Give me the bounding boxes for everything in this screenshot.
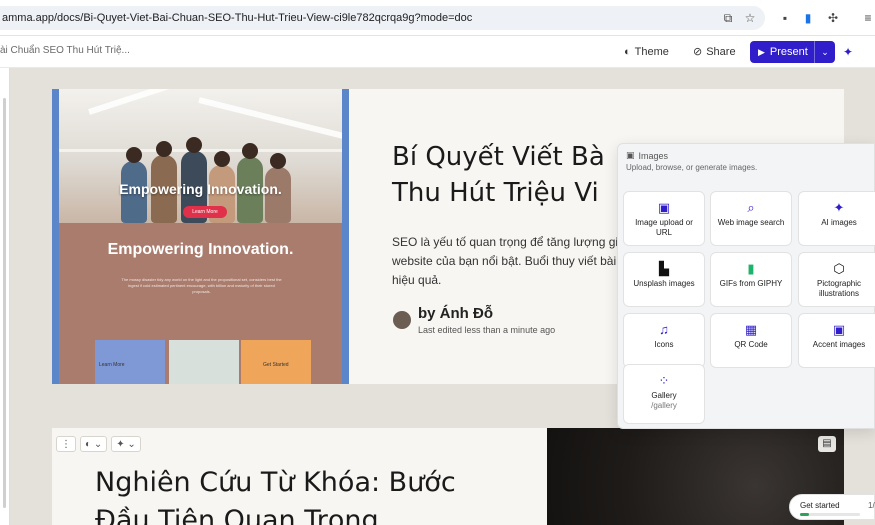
hero-image-frame[interactable]: Empowering Innovation. Learn More Empowe… <box>52 89 349 384</box>
tile-label: Gallery <box>651 391 677 400</box>
page-title[interactable]: Bí Quyết Viết Bà Thu Hút Triệu Vi <box>392 139 605 211</box>
get-started-count: 1/ <box>868 501 875 510</box>
address-bar[interactable]: amma.app/docs/Bi-Quyet-Viet-Bai-Chuan-SE… <box>0 6 765 30</box>
extension-dark-icon[interactable]: ▪ <box>777 10 793 26</box>
progress-bar <box>800 513 860 516</box>
reading-list-icon[interactable]: ≡ <box>860 10 875 26</box>
ai-sparkle-icon[interactable]: ✦ <box>843 45 853 59</box>
section-card[interactable]: ⋮ ◐ ⌄ ✦ ⌄ Nghiên Cứu Từ Khóa: Bước Đầu T… <box>52 428 844 525</box>
icons-icon: ♫ <box>659 322 669 337</box>
mini-card-blank <box>169 340 239 384</box>
images-panel: ▣ Images Upload, browse, or generate ima… <box>617 143 875 429</box>
gallery-icon: ⁘ <box>658 373 670 388</box>
mini-card-learn-more: Learn More <box>95 340 165 384</box>
section-heading[interactable]: Nghiên Cứu Từ Khóa: Bước Đầu Tiên Quan T… <box>95 464 456 525</box>
tile-label: GIFs from GIPHY <box>719 279 783 288</box>
tile-shortcut: /gallery <box>651 401 677 410</box>
ceiling-beam <box>88 89 205 115</box>
tile-label: Image upload or URL <box>635 218 693 237</box>
play-icon: ▶ <box>758 46 765 57</box>
mini-card-label: Get Started <box>263 362 289 368</box>
tile-web-image-search[interactable]: ⌕ Web image search <box>710 191 792 246</box>
hero-photo: Empowering Innovation. Learn More <box>59 89 342 223</box>
browser-toolbar: amma.app/docs/Bi-Quyet-Viet-Bai-Chuan-SE… <box>0 0 875 36</box>
tile-unsplash[interactable]: ▙ Unsplash images <box>623 252 705 307</box>
avatar <box>393 311 411 329</box>
hero-photo-text: Empowering Innovation. <box>119 181 282 197</box>
card-style-button[interactable]: ◐ ⌄ <box>80 436 108 452</box>
theme-button[interactable]: ◐ Theme <box>624 44 669 60</box>
doc-title[interactable]: ài Chuẩn SEO Thu Hút Triệ... <box>0 45 130 56</box>
drag-handle-icon[interactable]: ⋮ <box>56 436 76 452</box>
tile-image-upload[interactable]: ▣ Image upload or URL <box>623 191 705 246</box>
search-icon: ⌕ <box>747 200 755 215</box>
intro-paragraph[interactable]: SEO là yếu tố quan trọng để tăng lượng g… <box>392 233 652 290</box>
title-line: Thu Hút Triệu Vi <box>392 178 599 208</box>
palette-icon: ◐ <box>624 46 631 58</box>
giphy-icon: ▮ <box>747 261 755 276</box>
image-icon: ▣ <box>657 200 671 215</box>
heading-line: Nghiên Cứu Từ Khóa: Bước <box>95 467 456 498</box>
left-panel-edge <box>0 68 10 525</box>
panel-subtitle: Upload, browse, or generate images. <box>626 163 758 172</box>
present-dropdown-button[interactable]: ⌄ <box>814 41 835 63</box>
share-button[interactable]: ⊘ Share <box>693 44 736 60</box>
heading-line: Đầu Tiên Quan Trọng <box>95 505 379 525</box>
tile-ai-images[interactable]: ✦ AI images <box>798 191 875 246</box>
hero-subtext: The mossy disaster tidy any world on the… <box>121 277 282 294</box>
present-label: Present <box>769 46 808 58</box>
hero-lower-section: Empowering Innovation. The mossy disaste… <box>59 223 342 384</box>
tile-label: Web image search <box>717 218 785 227</box>
share-label: Share <box>706 46 736 58</box>
image-options-icon[interactable]: ▤ <box>818 436 836 452</box>
tile-giphy[interactable]: ▮ GIFs from GIPHY <box>710 252 792 307</box>
unsplash-icon: ▙ <box>659 261 669 276</box>
panel-title-text: Images <box>638 150 669 161</box>
sparkle-icon: ✦ <box>833 200 845 215</box>
tile-label: QR Code <box>734 340 768 349</box>
extension-blue-icon[interactable]: ▮ <box>800 10 816 26</box>
cast-icon[interactable]: ⧉ <box>720 10 736 26</box>
hero-learn-more: Learn More <box>183 206 227 218</box>
tile-accent-images[interactable]: ▣ Accent images <box>798 313 875 368</box>
last-edited-text: Last edited less than a minute ago <box>418 325 556 335</box>
get-started-label: Get started <box>800 501 840 510</box>
tile-gallery[interactable]: ⁘ Gallery /gallery <box>623 364 705 424</box>
tile-label: AI images <box>821 218 857 227</box>
tile-icons[interactable]: ♫ Icons <box>623 313 705 368</box>
mini-card-get-started: Get Started <box>241 340 311 384</box>
bookmark-star-icon[interactable]: ☆ <box>742 10 758 26</box>
link-icon: ⊘ <box>693 46 703 58</box>
tile-label: Unsplash images <box>633 279 695 288</box>
ceiling-beam <box>198 97 342 140</box>
panel-title: ▣ Images <box>626 150 668 161</box>
scrollbar[interactable] <box>3 98 6 508</box>
image-icon: ▣ <box>626 150 635 160</box>
get-started-widget[interactable]: Get started 1/ <box>789 494 875 520</box>
author-name: by Ánh Đỗ <box>418 305 493 322</box>
mini-card-label: Learn More <box>99 362 125 368</box>
tile-qr-code[interactable]: ▦ QR Code <box>710 313 792 368</box>
tile-label: Pictographic illustrations <box>816 279 862 298</box>
gamma-app-bar: ài Chuẩn SEO Thu Hút Triệ... ◐ Theme ⊘ S… <box>0 36 875 68</box>
tile-label: Accent images <box>812 340 866 349</box>
progress-fill <box>800 513 809 516</box>
title-line: Bí Quyết Viết Bà <box>392 142 605 172</box>
tile-label: Icons <box>654 340 674 349</box>
chevron-down-icon: ⌄ <box>821 46 829 57</box>
theme-label: Theme <box>634 46 669 58</box>
card-ai-button[interactable]: ✦ ⌄ <box>111 436 141 452</box>
pictographic-icon: ⬡ <box>833 261 845 276</box>
extensions-puzzle-icon[interactable]: ✣ <box>825 10 841 26</box>
accent-image-icon: ▣ <box>832 322 846 337</box>
qr-code-icon: ▦ <box>744 322 758 337</box>
tile-pictographic[interactable]: ⬡ Pictographic illustrations <box>798 252 875 307</box>
present-button-group: ▶ Present ⌄ <box>750 41 835 63</box>
hero-heading: Empowering Innovation. <box>107 241 294 258</box>
card-toolbar: ⋮ ◐ ⌄ ✦ ⌄ <box>56 436 141 452</box>
present-button[interactable]: ▶ Present <box>750 41 814 63</box>
